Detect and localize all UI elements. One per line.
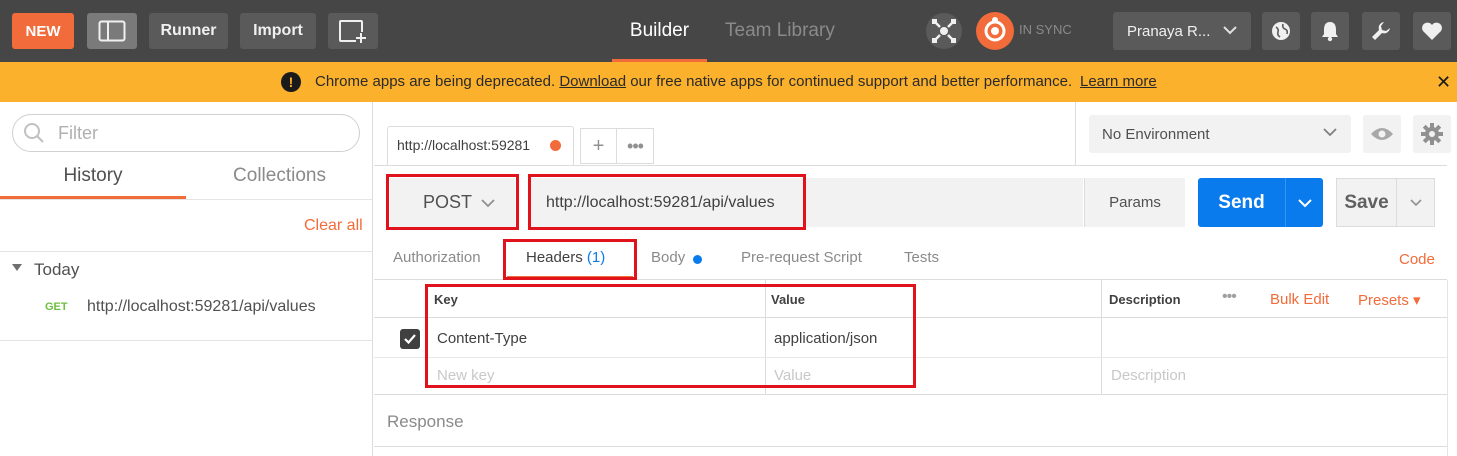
bulk-edit-link[interactable]: Bulk Edit [1270,291,1329,308]
tab-pre-request-script[interactable]: Pre-request Script [741,249,862,266]
new-description-input[interactable]: Description [1111,367,1186,384]
notifications-button[interactable] [1311,12,1349,50]
more-options-button[interactable]: ••• [1222,288,1237,306]
divider [1447,280,1448,456]
chevron-down-icon [1222,22,1238,43]
close-icon[interactable]: ✕ [1436,72,1451,93]
eye-icon [1371,128,1393,140]
column-description: Description [1109,292,1181,307]
new-window-icon [339,20,367,43]
body-indicator-dot [693,255,702,264]
environment-select[interactable]: No Environment [1089,115,1351,153]
environment-quick-look-button[interactable] [1363,115,1401,153]
toggle-sidebar-button[interactable] [87,13,137,49]
download-link[interactable]: Download [559,73,626,90]
history-item-method: GET [45,301,68,313]
caret-down-icon[interactable] [12,264,22,271]
response-heading: Response [387,412,464,431]
history-group-today[interactable]: Today [34,260,79,280]
tab-body[interactable]: Body [651,249,685,266]
new-button[interactable]: NEW [12,13,74,49]
save-options-button[interactable] [1397,178,1435,227]
banner-text-after: our free native apps for continued suppo… [630,73,1073,90]
divider [374,394,1447,395]
tab-tests[interactable]: Tests [904,249,939,266]
warning-icon: ! [281,72,301,92]
highlight-headers-tab [503,239,637,280]
highlight-url [528,174,806,230]
code-link[interactable]: Code [1399,251,1435,268]
filter-placeholder: Filter [58,123,98,143]
checkmark-icon [404,334,416,345]
send-button[interactable]: Send [1198,178,1285,227]
new-window-button[interactable] [328,13,378,49]
highlight-method [386,174,519,230]
divider [1101,280,1102,395]
heart-button[interactable] [1413,12,1451,50]
tab-collections[interactable]: Collections [186,165,373,187]
header-enabled-checkbox[interactable] [400,329,420,349]
bell-icon [1322,22,1338,42]
clear-all-link[interactable]: Clear all [304,217,363,235]
gear-icon [1421,123,1443,145]
save-button[interactable]: Save [1336,178,1397,227]
highlight-headers-table [425,284,916,388]
tab-history[interactable]: History [0,165,186,187]
sync-status: IN SYNC [1019,22,1072,37]
learn-more-link[interactable]: Learn more [1080,73,1157,90]
add-tab-button[interactable]: + [580,128,617,164]
globe-icon [1272,22,1290,40]
settings-button[interactable] [1362,12,1400,50]
globe-button[interactable] [1262,12,1300,50]
user-name: Pranaya R... [1127,22,1211,40]
unsaved-dot [550,140,561,151]
divider [0,251,373,252]
divider [0,199,373,200]
presets-label: Presets [1358,292,1409,309]
divider [374,446,1447,447]
history-item-url[interactable]: http://localhost:59281/api/values [87,298,316,316]
params-button[interactable]: Params [1084,178,1185,227]
presets-dropdown[interactable]: Presets ▾ [1358,291,1421,309]
sync-icon [984,17,1006,42]
tab-authorization[interactable]: Authorization [393,249,481,266]
interceptor-button[interactable] [926,13,962,49]
banner-message: Chrome apps are being deprecated. Downlo… [315,73,1072,90]
sidebar-icon [98,20,126,42]
tab-team-library[interactable]: Team Library [725,0,835,62]
more-tabs-button[interactable]: ••• [617,128,654,164]
chevron-down-icon [1409,198,1422,206]
satellite-icon [932,19,956,43]
wrench-icon [1372,22,1390,40]
divider [1075,102,1076,165]
import-button[interactable]: Import [240,13,316,49]
send-options-button[interactable] [1285,178,1323,227]
banner-text-before: Chrome apps are being deprecated. [315,73,556,90]
divider [374,165,1447,166]
chevron-down-icon [1297,198,1312,207]
tab-builder[interactable]: Builder [612,0,707,62]
heart-icon [1422,22,1442,40]
caret-down-icon: ▾ [1413,292,1421,309]
chevron-down-icon [1322,124,1338,145]
environment-selected: No Environment [1102,125,1210,143]
runner-button[interactable]: Runner [149,13,228,49]
manage-environments-button[interactable] [1413,115,1451,153]
sync-button[interactable] [976,12,1014,50]
request-tab-label: http://localhost:59281 [397,137,531,153]
divider [0,340,373,341]
search-icon [22,121,46,150]
